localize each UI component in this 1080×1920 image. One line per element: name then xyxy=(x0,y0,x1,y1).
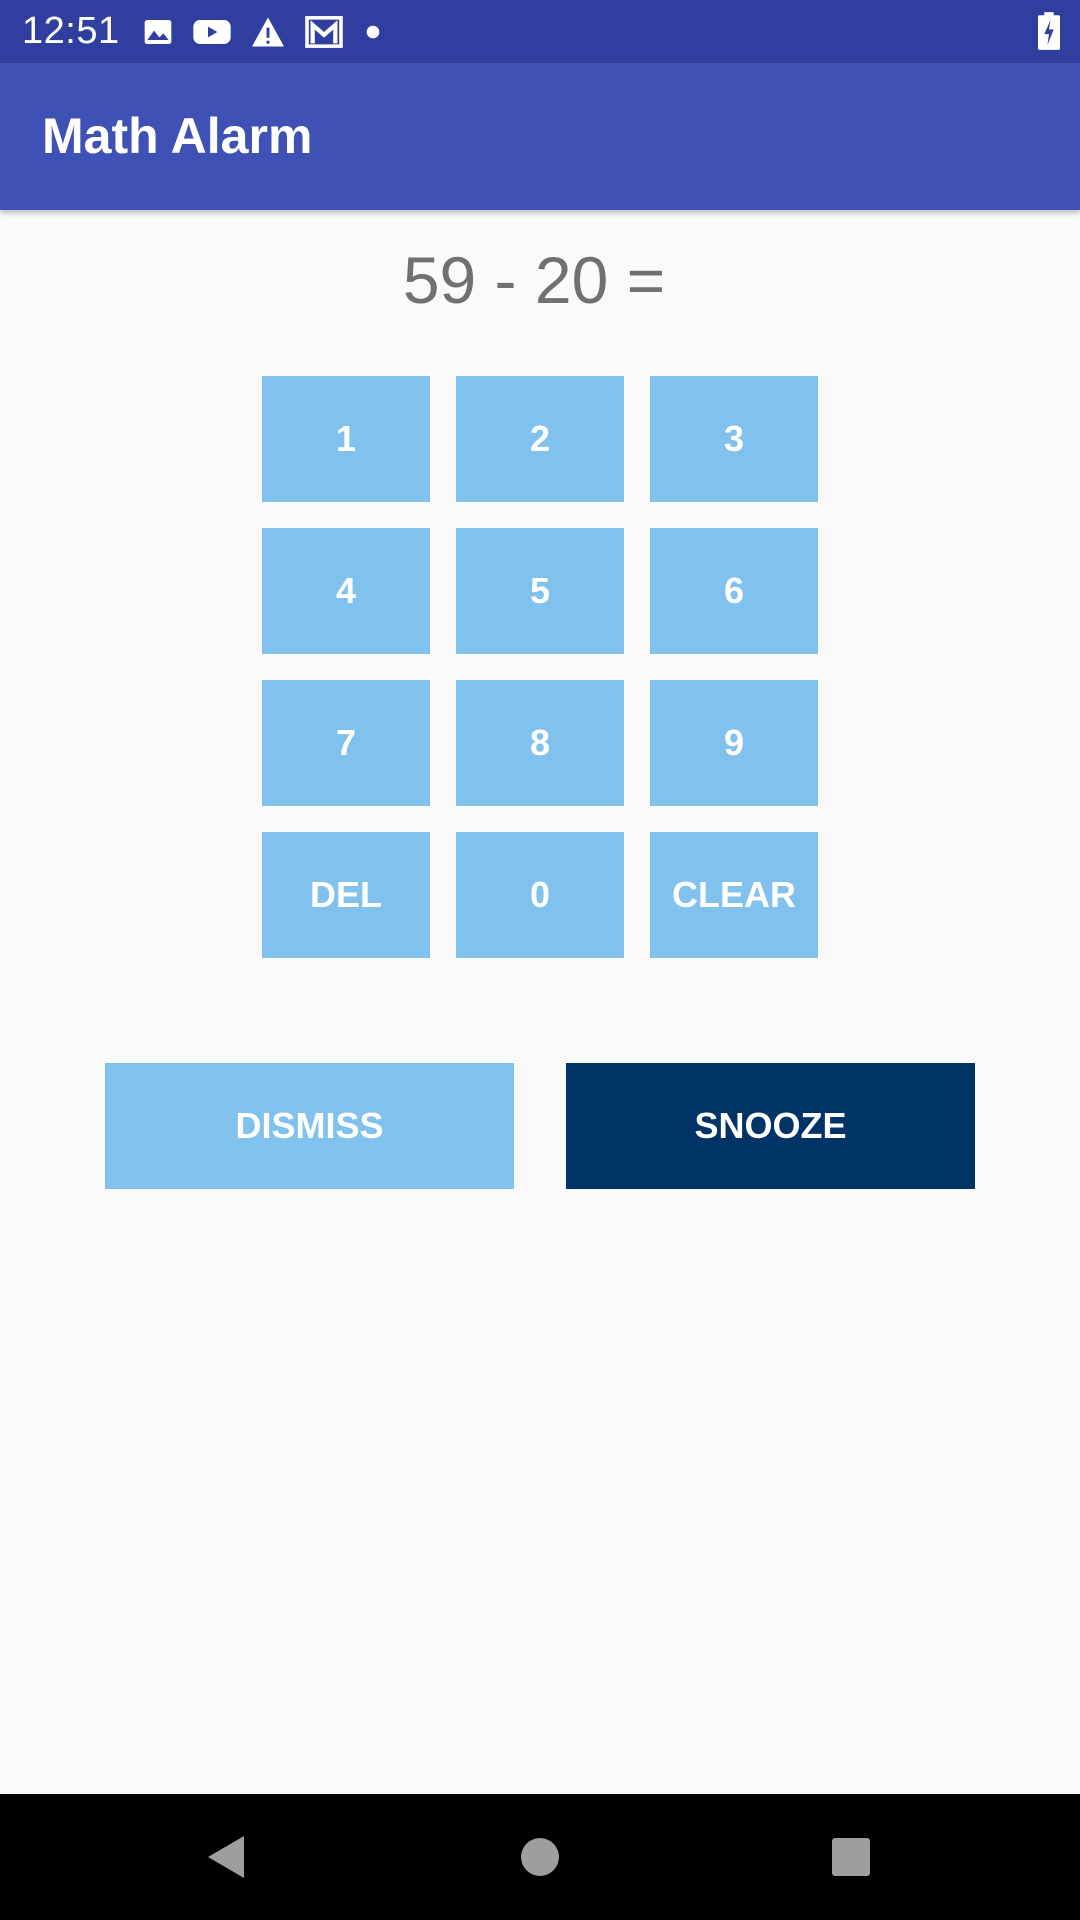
key-2[interactable]: 2 xyxy=(456,376,624,502)
image-icon xyxy=(142,16,174,48)
battery-charging-icon xyxy=(1038,12,1060,55)
key-5[interactable]: 5 xyxy=(456,528,624,654)
status-time: 12:51 xyxy=(22,10,120,52)
status-notification-icons xyxy=(142,13,384,51)
app-title: Math Alarm xyxy=(42,108,313,164)
key-3[interactable]: 3 xyxy=(650,376,818,502)
navigation-bar xyxy=(0,1794,1080,1920)
math-problem: 59 - 20 = xyxy=(402,243,666,317)
key-9[interactable]: 9 xyxy=(650,680,818,806)
key-8[interactable]: 8 xyxy=(456,680,624,806)
home-icon[interactable] xyxy=(480,1794,600,1920)
keypad: 1 2 3 4 5 6 7 8 9 DEL 0 CLEAR xyxy=(262,376,818,958)
app-bar: Math Alarm xyxy=(0,63,1080,210)
warning-icon xyxy=(250,16,286,48)
back-icon[interactable] xyxy=(166,1794,286,1920)
dismiss-button[interactable]: DISMISS xyxy=(105,1063,514,1189)
key-4[interactable]: 4 xyxy=(262,528,430,654)
youtube-icon xyxy=(192,16,232,48)
recents-icon[interactable] xyxy=(791,1794,911,1920)
snooze-button[interactable]: SNOOZE xyxy=(566,1063,975,1189)
clear-button[interactable]: CLEAR xyxy=(650,832,818,958)
key-6[interactable]: 6 xyxy=(650,528,818,654)
gmail-icon xyxy=(304,15,344,49)
key-1[interactable]: 1 xyxy=(262,376,430,502)
dot-icon xyxy=(362,16,384,48)
delete-button[interactable]: DEL xyxy=(262,832,430,958)
key-7[interactable]: 7 xyxy=(262,680,430,806)
key-0[interactable]: 0 xyxy=(456,832,624,958)
status-bar: 12:51 xyxy=(0,0,1080,63)
